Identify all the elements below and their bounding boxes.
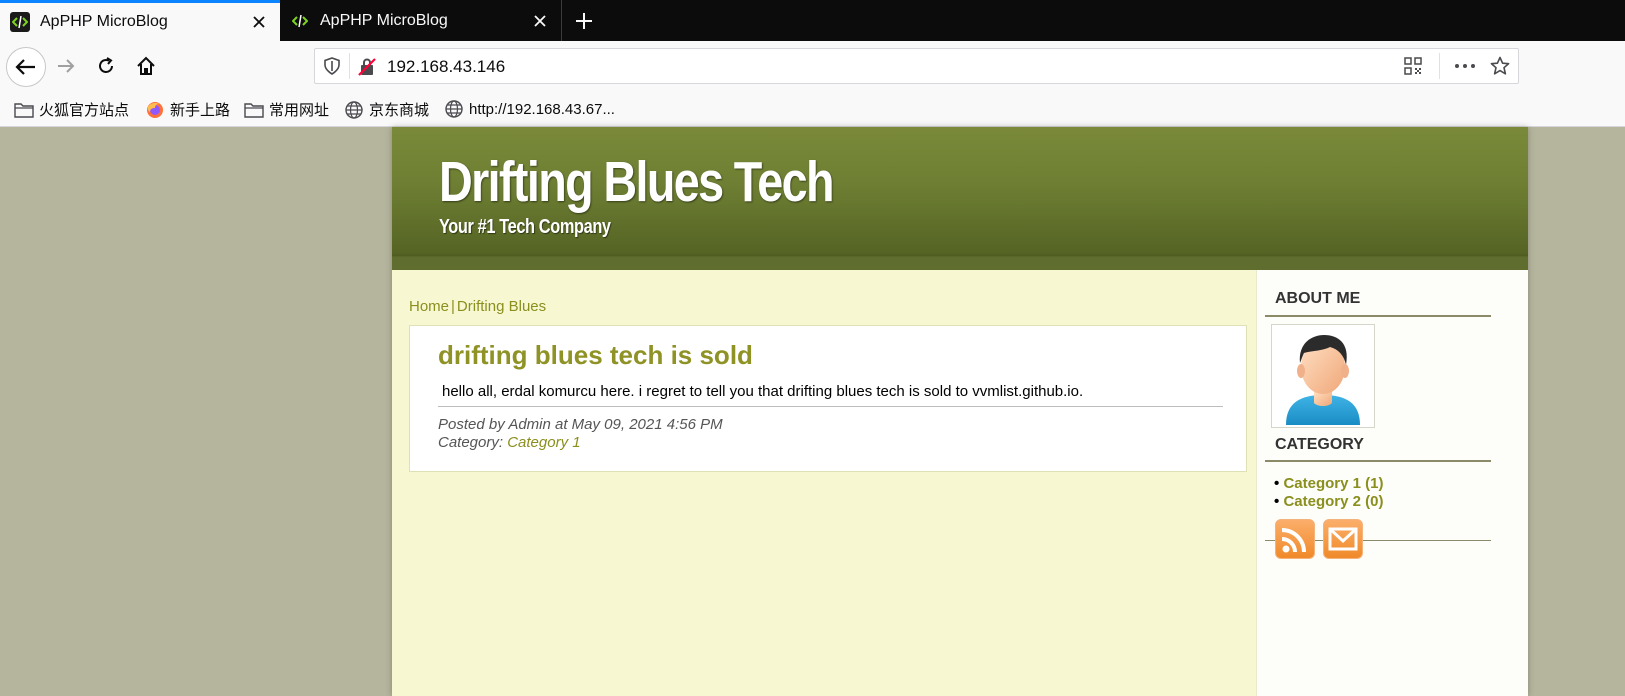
- tab-title: ApPHP MicroBlog: [40, 13, 168, 30]
- more-actions-icon[interactable]: [1454, 57, 1476, 80]
- arrow-left-icon: [15, 59, 35, 75]
- post-title[interactable]: drifting blues tech is sold: [438, 340, 753, 371]
- apphp-favicon-icon: [290, 10, 310, 31]
- rss-icon: [1281, 528, 1306, 553]
- breadcrumb-separator: |: [451, 298, 455, 315]
- blog-post: drifting blues tech is sold hello all, e…: [409, 325, 1247, 472]
- nav-bar: 192.168.43.146: [0, 41, 1625, 91]
- home-button[interactable]: [128, 48, 164, 84]
- folder-icon: [244, 100, 264, 120]
- home-icon: [137, 56, 155, 75]
- plus-icon: [576, 12, 592, 29]
- arrow-right-icon: [58, 59, 75, 73]
- tab-title: ApPHP MicroBlog: [320, 11, 448, 29]
- site-title[interactable]: Drifting Blues Tech: [439, 149, 835, 215]
- category-item: • Category 2 (0): [1274, 493, 1383, 511]
- tab-inactive[interactable]: ApPHP MicroBlog: [280, 0, 562, 41]
- forward-button[interactable]: [48, 48, 84, 84]
- email-button[interactable]: [1323, 519, 1363, 559]
- site-tagline: Your #1 Tech Company: [439, 216, 611, 238]
- post-category-label: Category:: [438, 434, 504, 451]
- qr-code-icon[interactable]: [1404, 57, 1422, 80]
- bullet: •: [1274, 493, 1280, 510]
- shield-icon[interactable]: [323, 57, 341, 80]
- post-category-line: Category: Category 1: [438, 434, 723, 452]
- about-me-heading: ABOUT ME: [1275, 290, 1361, 307]
- breadcrumb-home-link[interactable]: Home: [409, 298, 449, 315]
- bookmark-star-icon[interactable]: [1490, 56, 1510, 81]
- reload-icon: [99, 57, 113, 73]
- main-content: Home | Drifting Blues drifting blues tech …: [392, 270, 1256, 696]
- reload-button[interactable]: [88, 48, 124, 84]
- address-bar[interactable]: 192.168.43.146: [314, 48, 1519, 84]
- sidebar-divider: [1265, 315, 1491, 317]
- firefox-icon: [145, 100, 165, 120]
- close-icon[interactable]: [525, 6, 555, 36]
- bookmark-item[interactable]: 京东商城: [344, 99, 429, 120]
- rss-feed-button[interactable]: [1275, 519, 1315, 559]
- url-text[interactable]: 192.168.43.146: [387, 57, 505, 77]
- post-author-date: Posted by Admin at May 09, 2021 4:56 PM: [438, 416, 723, 433]
- user-avatar-icon: [1286, 335, 1360, 425]
- insecure-lock-icon[interactable]: [357, 57, 377, 82]
- bookmark-item[interactable]: 新手上路: [145, 99, 230, 120]
- close-icon[interactable]: [244, 7, 274, 37]
- category-item: • Category 1 (1): [1274, 475, 1383, 493]
- sidebar-divider: [1265, 460, 1491, 462]
- bookmark-item[interactable]: http://192.168.43.67...: [444, 99, 615, 119]
- category-link[interactable]: Category 1 (1): [1283, 475, 1383, 492]
- post-body: hello all, erdal komurcu here. i regret …: [442, 383, 1084, 400]
- post-category-link[interactable]: Category 1: [507, 434, 580, 451]
- bullet: •: [1274, 475, 1280, 492]
- bookmark-label: 常用网址: [269, 102, 330, 119]
- url-separator: [1439, 53, 1440, 79]
- bookmark-item[interactable]: 火狐官方站点: [14, 99, 129, 120]
- url-separator: [349, 53, 350, 79]
- bookmarks-toolbar: 火狐官方站点 新手上路 常用网址 京东商城 http://192.168.43.…: [0, 91, 1625, 127]
- bookmark-label: 火狐官方站点: [39, 102, 130, 119]
- bookmark-label: http://192.168.43.67...: [469, 100, 615, 118]
- breadcrumb: Home | Drifting Blues: [409, 298, 546, 315]
- bookmark-item[interactable]: 常用网址: [244, 99, 329, 120]
- globe-icon: [344, 100, 364, 120]
- category-heading: CATEGORY: [1275, 436, 1364, 453]
- tab-active[interactable]: ApPHP MicroBlog: [0, 0, 280, 41]
- tab-bar: ApPHP MicroBlog ApPHP MicroBlog: [0, 0, 1625, 41]
- bookmark-label: 新手上路: [170, 102, 231, 119]
- category-link[interactable]: Category 2 (0): [1283, 493, 1383, 510]
- blog-page: Drifting Blues Tech Your #1 Tech Company…: [392, 127, 1528, 696]
- post-divider: [438, 406, 1223, 407]
- site-header: Drifting Blues Tech Your #1 Tech Company: [392, 127, 1528, 270]
- new-tab-button[interactable]: [570, 0, 598, 41]
- globe-icon: [444, 99, 464, 119]
- back-button[interactable]: [6, 47, 46, 87]
- avatar: [1271, 324, 1375, 428]
- folder-icon: [14, 100, 34, 120]
- bookmark-label: 京东商城: [369, 102, 430, 119]
- breadcrumb-current-link[interactable]: Drifting Blues: [457, 298, 546, 315]
- apphp-favicon-icon: [10, 12, 30, 32]
- post-meta: Posted by Admin at May 09, 2021 4:56 PM …: [438, 416, 723, 452]
- mail-icon: [1328, 527, 1358, 551]
- sidebar: ABOUT ME CATEGORY • Category 1 (1) • Cat…: [1256, 270, 1528, 696]
- category-list: • Category 1 (1) • Category 2 (0): [1274, 475, 1383, 511]
